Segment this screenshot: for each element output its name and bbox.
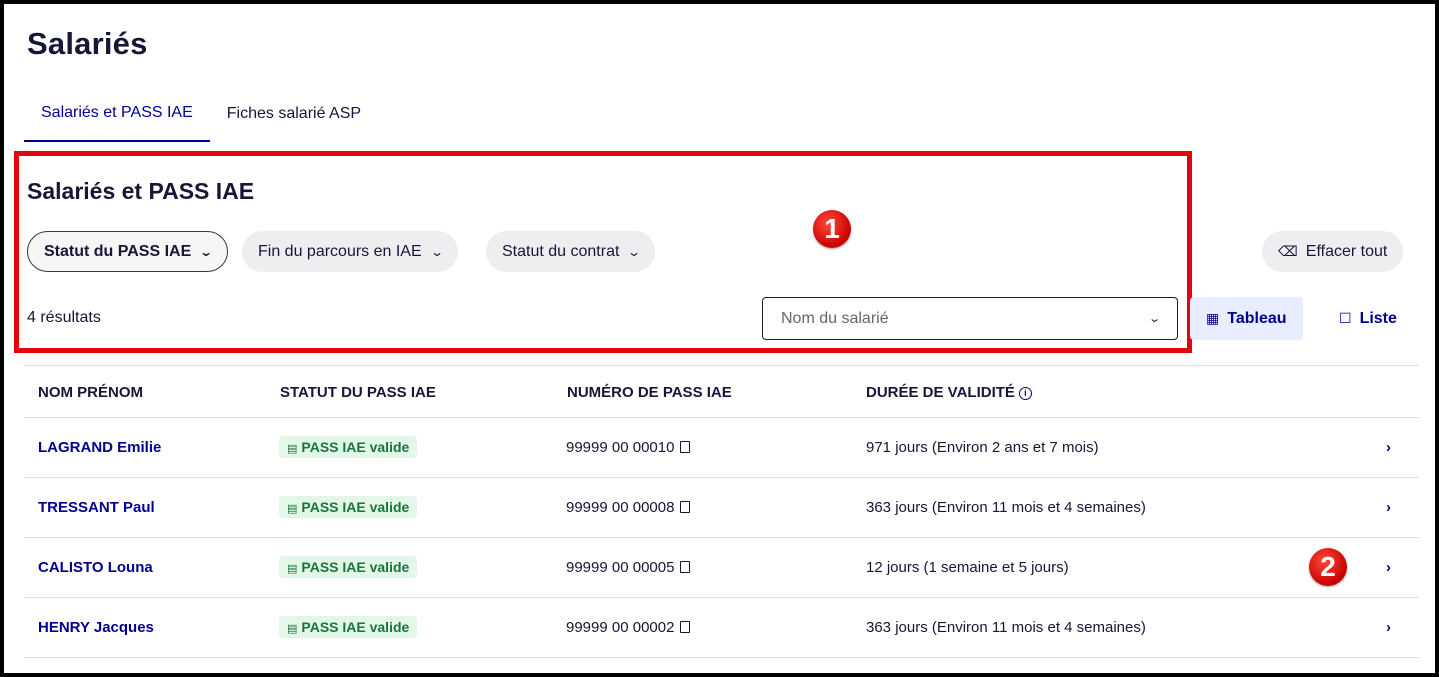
pass-number-text: 99999 00 00002 (566, 619, 675, 636)
table-row[interactable]: CALISTO Louna ▤ PASS IAE valide 99999 00 … (24, 538, 1419, 598)
copy-icon[interactable] (680, 621, 691, 633)
pass-number: 99999 00 00010 (566, 439, 691, 456)
table-icon: ▦ (1206, 310, 1220, 326)
validity-duration: 971 jours (Environ 2 ans et 7 mois) (866, 439, 1099, 456)
status-badge: ▤ PASS IAE valide (279, 556, 418, 578)
list-icon: ☐ (1339, 310, 1352, 326)
table-row[interactable]: LAGRAND Emilie ▤ PASS IAE valide 99999 00… (24, 418, 1419, 478)
status-badge: ▤ PASS IAE valide (279, 436, 418, 458)
info-icon[interactable]: i (1018, 387, 1032, 400)
chevron-right-icon[interactable]: › (1386, 439, 1391, 456)
copy-icon[interactable] (680, 441, 691, 453)
employee-name-select[interactable]: Nom du salarié ⌄ (762, 297, 1178, 340)
employee-name-link[interactable]: LAGRAND Emilie (38, 439, 161, 456)
validity-duration: 363 jours (Environ 11 mois et 4 semaines… (866, 499, 1146, 516)
status-label: PASS IAE valide (301, 619, 410, 635)
clear-all-button[interactable]: ⌫ Effacer tout (1262, 231, 1404, 272)
table-row[interactable]: HENRY Jacques ▤ PASS IAE valide 99999 00 … (24, 598, 1419, 658)
status-badge: ▤ PASS IAE valide (279, 616, 418, 638)
status-label: PASS IAE valide (301, 439, 410, 455)
filter-label: Fin du parcours en IAE (258, 242, 422, 260)
filter-fin-parcours-iae[interactable]: Fin du parcours en IAE ⌄ (242, 231, 458, 272)
page-title: Salariés (27, 26, 148, 61)
search-placeholder: Nom du salarié (781, 309, 889, 327)
filter-label: Statut du contrat (502, 242, 620, 260)
view-table-button[interactable]: ▦ Tableau (1190, 297, 1303, 340)
status-label: PASS IAE valide (301, 499, 410, 515)
employee-name-link[interactable]: HENRY Jacques (38, 619, 154, 636)
view-table-label: Tableau (1227, 309, 1287, 327)
pass-number: 99999 00 00008 (566, 499, 691, 516)
chevron-right-icon[interactable]: › (1386, 559, 1391, 576)
chevron-right-icon[interactable]: › (1386, 499, 1391, 516)
header-duree-validite-label: DURÉE DE VALIDITÉ (866, 384, 1015, 401)
filter-label: Statut du PASS IAE (44, 242, 192, 260)
id-card-icon: ▤ (287, 623, 298, 635)
status-badge: ▤ PASS IAE valide (279, 496, 418, 518)
eraser-icon: ⌫ (1278, 243, 1298, 259)
status-label: PASS IAE valide (301, 559, 410, 575)
header-nom-prenom: NOM PRÉNOM (38, 384, 143, 401)
header-numero-pass-iae: NUMÉRO DE PASS IAE (567, 384, 732, 401)
table-row[interactable]: TRESSANT Paul ▤ PASS IAE valide 99999 00 … (24, 478, 1419, 538)
copy-icon[interactable] (680, 501, 691, 513)
pass-number-text: 99999 00 00010 (566, 439, 675, 456)
header-duree-validite: DURÉE DE VALIDITÉ i (866, 384, 1032, 401)
pass-number: 99999 00 00005 (566, 559, 691, 576)
view-list-button[interactable]: ☐ Liste (1323, 297, 1413, 340)
chevron-down-icon: ⌄ (429, 244, 444, 259)
pass-number: 99999 00 00002 (566, 619, 691, 636)
chevron-down-icon: ⌄ (1147, 313, 1161, 325)
chevron-down-icon: ⌄ (199, 244, 214, 259)
tab-salaries-pass-iae[interactable]: Salariés et PASS IAE (24, 86, 210, 142)
results-count: 4 résultats (27, 309, 101, 326)
tab-fiches-salarie-asp[interactable]: Fiches salarié ASP (210, 86, 378, 142)
chevron-right-icon[interactable]: › (1386, 619, 1391, 636)
filter-statut-contrat[interactable]: Statut du contrat ⌄ (486, 231, 656, 272)
clear-all-label: Effacer tout (1305, 242, 1388, 260)
pass-number-text: 99999 00 00005 (566, 559, 675, 576)
validity-duration: 363 jours (Environ 11 mois et 4 semaines… (866, 619, 1146, 636)
annotation-marker-1: 1 (813, 210, 851, 248)
employee-name-link[interactable]: TRESSANT Paul (38, 499, 155, 516)
table-header: NOM PRÉNOM STATUT DU PASS IAE NUMÉRO DE … (24, 365, 1419, 418)
id-card-icon: ▤ (287, 503, 298, 515)
pass-number-text: 99999 00 00008 (566, 499, 675, 516)
copy-icon[interactable] (680, 561, 691, 573)
filter-statut-pass-iae[interactable]: Statut du PASS IAE ⌄ (27, 231, 229, 272)
annotation-marker-2: 2 (1309, 548, 1347, 586)
id-card-icon: ▤ (287, 563, 298, 575)
id-card-icon: ▤ (287, 443, 298, 455)
chevron-down-icon: ⌄ (627, 244, 642, 259)
tab-bar: Salariés et PASS IAE Fiches salarié ASP (24, 86, 378, 142)
header-statut-pass-iae: STATUT DU PASS IAE (280, 384, 436, 401)
view-list-label: Liste (1359, 309, 1397, 327)
employees-table: NOM PRÉNOM STATUT DU PASS IAE NUMÉRO DE … (24, 365, 1419, 658)
employee-name-link[interactable]: CALISTO Louna (38, 559, 153, 576)
validity-duration: 12 jours (1 semaine et 5 jours) (866, 559, 1069, 576)
section-title: Salariés et PASS IAE (27, 178, 255, 204)
